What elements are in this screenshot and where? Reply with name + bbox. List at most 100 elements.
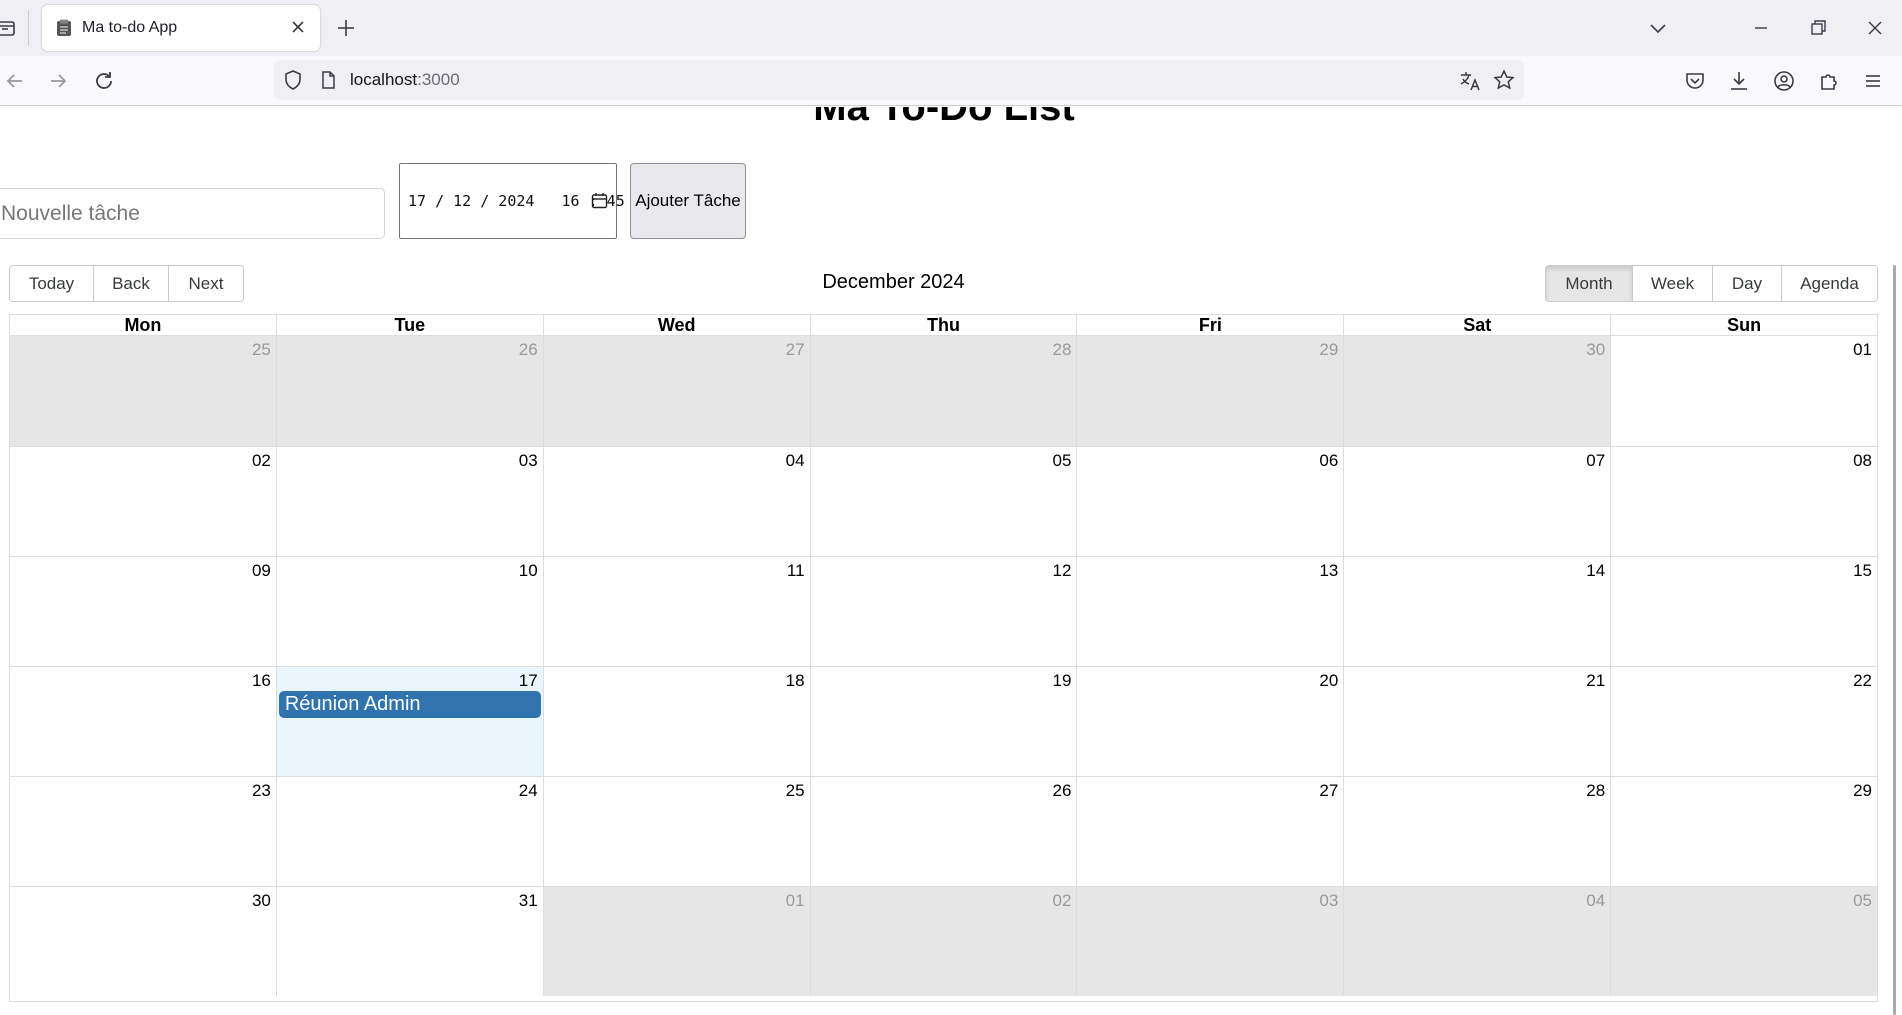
day-cell[interactable]: 24 bbox=[275, 777, 543, 886]
translate-icon[interactable] bbox=[1458, 69, 1482, 93]
day-number[interactable]: 28 bbox=[1053, 340, 1072, 360]
day-cell[interactable]: 01 bbox=[542, 887, 810, 996]
tab-list-icon[interactable] bbox=[0, 17, 22, 39]
tracking-protection-shield-icon[interactable] bbox=[282, 69, 304, 91]
bookmark-star-icon[interactable] bbox=[1492, 68, 1516, 92]
day-number[interactable]: 09 bbox=[252, 561, 271, 581]
back-button[interactable]: Back bbox=[94, 266, 169, 301]
close-tab-icon[interactable] bbox=[288, 17, 308, 37]
day-number[interactable]: 07 bbox=[1586, 451, 1605, 471]
browser-tab[interactable]: Ma to-do App bbox=[42, 5, 320, 51]
day-cell[interactable]: 25 bbox=[10, 336, 276, 446]
day-cell[interactable]: 19 bbox=[809, 667, 1077, 776]
restore-icon[interactable] bbox=[1806, 16, 1830, 40]
day-number[interactable]: 30 bbox=[252, 891, 271, 911]
day-cell[interactable]: 02 bbox=[809, 887, 1077, 996]
day-number[interactable]: 26 bbox=[519, 340, 538, 360]
day-cell[interactable]: 05 bbox=[809, 447, 1077, 556]
new-tab-icon[interactable] bbox=[334, 16, 358, 40]
day-number[interactable]: 23 bbox=[252, 781, 271, 801]
day-cell[interactable]: 30 bbox=[1343, 336, 1611, 446]
day-cell[interactable]: 04 bbox=[1343, 887, 1611, 996]
day-number[interactable]: 05 bbox=[1853, 891, 1872, 911]
day-number[interactable]: 28 bbox=[1586, 781, 1605, 801]
day-cell[interactable]: 28 bbox=[809, 336, 1077, 446]
day-cell[interactable]: 25 bbox=[542, 777, 810, 886]
day-number[interactable]: 01 bbox=[1853, 340, 1872, 360]
day-cell[interactable]: 03 bbox=[275, 447, 543, 556]
day-number[interactable]: 21 bbox=[1586, 671, 1605, 691]
address-bar[interactable]: localhost:3000 bbox=[274, 60, 1524, 100]
day-number[interactable]: 26 bbox=[1053, 781, 1072, 801]
day-number[interactable]: 15 bbox=[1853, 561, 1872, 581]
view-day-button[interactable]: Day bbox=[1713, 266, 1782, 301]
day-number[interactable]: 31 bbox=[519, 891, 538, 911]
day-cell[interactable]: 18 bbox=[542, 667, 810, 776]
day-number[interactable]: 05 bbox=[1053, 451, 1072, 471]
day-number[interactable]: 10 bbox=[519, 561, 538, 581]
day-cell[interactable]: 26 bbox=[275, 336, 543, 446]
day-number[interactable]: 18 bbox=[786, 671, 805, 691]
day-number[interactable]: 02 bbox=[1053, 891, 1072, 911]
day-cell[interactable]: 20 bbox=[1076, 667, 1344, 776]
day-cell[interactable]: 02 bbox=[10, 447, 276, 556]
day-number[interactable]: 02 bbox=[252, 451, 271, 471]
extensions-icon[interactable] bbox=[1816, 68, 1842, 94]
close-window-icon[interactable] bbox=[1863, 16, 1887, 40]
day-cell[interactable]: 30 bbox=[10, 887, 276, 996]
day-cell[interactable]: 08 bbox=[1610, 447, 1878, 556]
day-cell[interactable]: 14 bbox=[1343, 557, 1611, 666]
day-number[interactable]: 14 bbox=[1586, 561, 1605, 581]
day-cell[interactable]: 22 bbox=[1610, 667, 1878, 776]
minimize-icon[interactable] bbox=[1749, 16, 1773, 40]
calendar-picker-icon[interactable] bbox=[591, 192, 608, 209]
day-cell[interactable]: 10 bbox=[275, 557, 543, 666]
next-button[interactable]: Next bbox=[169, 266, 243, 301]
day-number[interactable]: 22 bbox=[1853, 671, 1872, 691]
day-number[interactable]: 04 bbox=[786, 451, 805, 471]
day-cell[interactable]: 31 bbox=[275, 887, 543, 996]
day-number[interactable]: 25 bbox=[786, 781, 805, 801]
day-number[interactable]: 13 bbox=[1319, 561, 1338, 581]
view-month-button[interactable]: Month bbox=[1546, 266, 1633, 301]
day-cell[interactable]: 12 bbox=[809, 557, 1077, 666]
day-cell[interactable]: 27 bbox=[1076, 777, 1344, 886]
day-cell[interactable]: 27 bbox=[542, 336, 810, 446]
day-cell[interactable]: 29 bbox=[1610, 777, 1878, 886]
day-number[interactable]: 29 bbox=[1853, 781, 1872, 801]
datetime-input[interactable]: 17 / 12 / 2024 16 : 45 bbox=[399, 163, 625, 239]
forward-arrow-icon[interactable] bbox=[45, 68, 71, 94]
account-icon[interactable] bbox=[1771, 68, 1797, 94]
day-number[interactable]: 03 bbox=[519, 451, 538, 471]
reload-icon[interactable] bbox=[91, 68, 117, 94]
day-cell[interactable]: 03 bbox=[1076, 887, 1344, 996]
new-task-input[interactable] bbox=[0, 188, 385, 239]
day-cell[interactable]: 05 bbox=[1610, 887, 1878, 996]
day-number[interactable]: 06 bbox=[1319, 451, 1338, 471]
view-week-button[interactable]: Week bbox=[1633, 266, 1713, 301]
url-text[interactable]: localhost:3000 bbox=[350, 70, 460, 90]
hamburger-menu-icon[interactable] bbox=[1860, 68, 1886, 94]
day-number[interactable]: 20 bbox=[1319, 671, 1338, 691]
day-number[interactable]: 11 bbox=[787, 561, 805, 581]
day-cell[interactable]: 26 bbox=[809, 777, 1077, 886]
day-number[interactable]: 30 bbox=[1586, 340, 1605, 360]
day-cell[interactable]: 21 bbox=[1343, 667, 1611, 776]
day-number[interactable]: 08 bbox=[1853, 451, 1872, 471]
back-arrow-icon[interactable] bbox=[2, 68, 28, 94]
day-cell-today[interactable]: 17 Réunion Admin bbox=[275, 667, 543, 776]
day-number[interactable]: 17 bbox=[519, 671, 538, 691]
calendar-event[interactable]: Réunion Admin bbox=[278, 691, 541, 718]
day-number[interactable]: 24 bbox=[519, 781, 538, 801]
day-cell[interactable]: 09 bbox=[10, 557, 276, 666]
day-number[interactable]: 29 bbox=[1319, 340, 1338, 360]
downloads-icon[interactable] bbox=[1726, 68, 1752, 94]
day-cell[interactable]: 11 bbox=[542, 557, 810, 666]
day-number[interactable]: 25 bbox=[252, 340, 271, 360]
day-number[interactable]: 27 bbox=[786, 340, 805, 360]
day-cell[interactable]: 29 bbox=[1076, 336, 1344, 446]
day-cell[interactable]: 28 bbox=[1343, 777, 1611, 886]
day-number[interactable]: 04 bbox=[1586, 891, 1605, 911]
day-cell[interactable]: 16 bbox=[10, 667, 276, 776]
day-number[interactable]: 12 bbox=[1053, 561, 1072, 581]
